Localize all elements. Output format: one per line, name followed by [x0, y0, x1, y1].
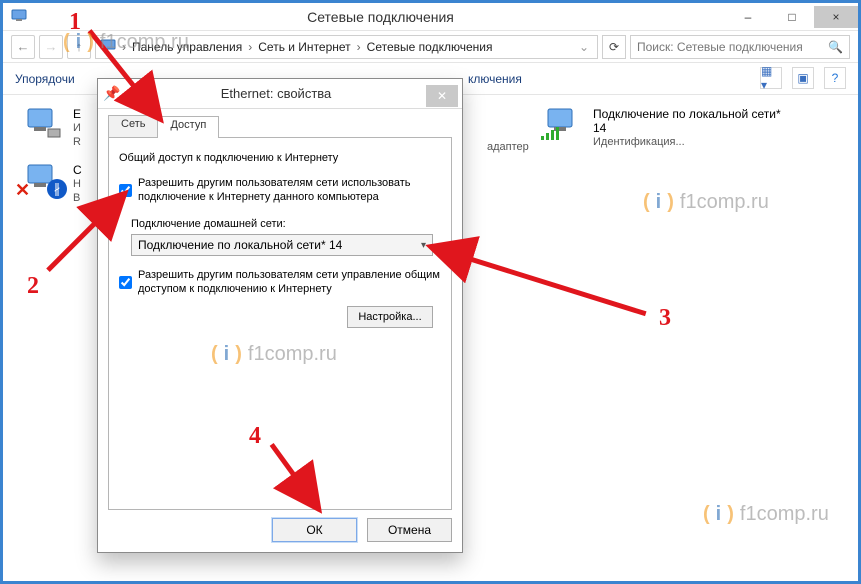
up-button[interactable]: ↑ — [67, 35, 91, 59]
address-bar: ← → ↑ › Панель управления › Сеть и Интер… — [3, 31, 858, 63]
dialog-close-button[interactable]: ✕ — [426, 85, 458, 107]
minimize-button[interactable]: – — [726, 6, 770, 28]
truncated-label: адаптер — [487, 141, 529, 153]
homenet-label: Подключение домашней сети: — [131, 218, 441, 230]
allow-sharing-label: Разрешить другим пользователям сети испо… — [138, 176, 441, 204]
window-controls: – □ × — [726, 6, 858, 28]
group-label: Общий доступ к подключению к Интернету — [119, 152, 441, 164]
ok-button[interactable]: ОК — [272, 518, 357, 542]
search-input[interactable]: Поиск: Сетевые подключения 🔍 — [630, 35, 850, 59]
help-button[interactable]: ? — [824, 67, 846, 89]
homenet-combobox-value: Подключение по локальной сети* 14 — [138, 238, 342, 252]
cancel-button[interactable]: Отмена — [367, 518, 452, 542]
adapter-icon — [23, 107, 65, 141]
homenet-combobox[interactable]: Подключение по локальной сети* 14 ▾ — [131, 234, 433, 256]
tabstrip: Сеть Доступ — [108, 115, 452, 137]
breadcrumb-icon — [100, 37, 116, 56]
adapter-icon — [543, 107, 585, 141]
breadcrumb-item[interactable]: Сетевые подключения — [367, 40, 493, 54]
forward-button[interactable]: → — [39, 35, 63, 59]
allow-sharing-checkbox[interactable] — [119, 177, 132, 204]
bluetooth-icon: ∦ — [47, 179, 67, 199]
error-icon: ✕ — [15, 180, 30, 201]
back-button[interactable]: ← — [11, 35, 35, 59]
allow-control-label: Разрешить другим пользователям сети упра… — [138, 268, 441, 296]
chevron-down-icon[interactable]: ⌄ — [575, 40, 593, 54]
tab-panel-sharing: Общий доступ к подключению к Интернету Р… — [108, 137, 452, 510]
allow-sharing-checkbox-row[interactable]: Разрешить другим пользователям сети испо… — [119, 176, 441, 204]
breadcrumb-sep: › — [248, 40, 252, 54]
dialog-titlebar: 📌 Ethernet: свойства ✕ — [98, 79, 462, 109]
properties-dialog: 📌 Ethernet: свойства ✕ Сеть Доступ Общий… — [97, 78, 463, 553]
allow-control-checkbox[interactable] — [119, 269, 132, 296]
app-icon — [11, 7, 27, 26]
maximize-button[interactable]: □ — [770, 6, 814, 28]
organize-menu[interactable]: Упорядочи — [15, 72, 75, 86]
refresh-button[interactable]: ⟳ — [602, 35, 626, 59]
search-placeholder: Поиск: Сетевые подключения — [637, 40, 822, 54]
adapter-tile[interactable]: Подключение по локальной сети* 14 Иденти… — [543, 107, 783, 149]
adapter-name: Подключение по локальной сети* 14 — [593, 107, 783, 135]
dialog-title: Ethernet: свойства — [126, 86, 426, 101]
allow-control-checkbox-row[interactable]: Разрешить другим пользователям сети упра… — [119, 268, 441, 296]
window-title: Сетевые подключения — [35, 9, 726, 25]
breadcrumb-item[interactable]: Панель управления — [132, 40, 242, 54]
tab-sharing[interactable]: Доступ — [157, 116, 219, 138]
adapter-status: Идентификация... — [593, 135, 783, 149]
tab-network[interactable]: Сеть — [108, 115, 158, 137]
breadcrumb-item[interactable]: Сеть и Интернет — [258, 40, 350, 54]
breadcrumb-sep: › — [122, 40, 126, 54]
details-pane-button[interactable]: ▣ — [792, 67, 814, 89]
signal-icon — [541, 126, 559, 143]
shield-icon: 📌 — [98, 85, 126, 102]
chevron-down-icon: ▾ — [421, 240, 426, 251]
view-options-button[interactable]: ▦ ▾ — [760, 67, 782, 89]
truncated-label: ключения — [468, 72, 522, 86]
search-icon: 🔍 — [828, 40, 843, 54]
breadcrumb-sep: › — [357, 40, 361, 54]
adapter-icon: ∦ ✕ — [23, 163, 65, 197]
settings-button[interactable]: Настройка... — [347, 306, 433, 328]
window-titlebar: Сетевые подключения – □ × — [3, 3, 858, 31]
close-button[interactable]: × — [814, 6, 858, 28]
breadcrumb[interactable]: › Панель управления › Сеть и Интернет › … — [95, 35, 598, 59]
